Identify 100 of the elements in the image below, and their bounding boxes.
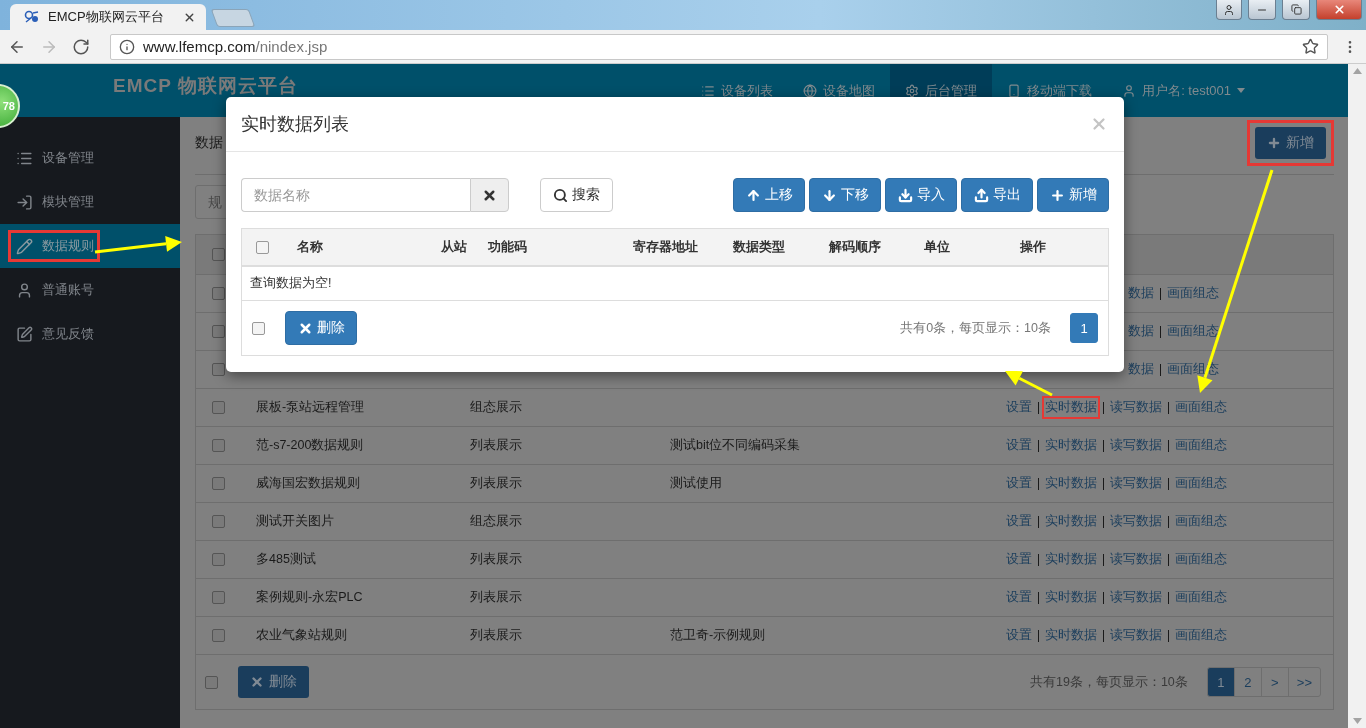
action-link[interactable]: 设置 [1003, 624, 1035, 647]
action-link[interactable]: 实时数据 [1042, 510, 1100, 533]
action-link[interactable]: 画面组态 [1164, 282, 1222, 305]
action-link[interactable]: 画面组态 [1172, 510, 1230, 533]
toolbar-button[interactable]: 新增 [1037, 178, 1109, 212]
checkbox[interactable] [212, 553, 225, 566]
search-button[interactable]: 搜索 [540, 178, 613, 212]
reload-button[interactable] [72, 37, 90, 56]
action-link[interactable]: 画面组态 [1172, 624, 1230, 647]
nav-item[interactable]: 设备地图 [788, 64, 891, 117]
action-link[interactable]: 实时数据 [1042, 434, 1100, 457]
sidebar-item[interactable]: 模块管理 [0, 180, 180, 224]
list-icon [701, 83, 716, 98]
star-icon[interactable] [1302, 38, 1319, 55]
checkbox[interactable] [212, 325, 225, 338]
action-link[interactable]: 画面组态 [1172, 472, 1230, 495]
action-link[interactable]: 画面组态 [1172, 434, 1230, 457]
checkbox[interactable] [212, 515, 225, 528]
action-link[interactable]: 设置 [1003, 434, 1035, 457]
plus-icon [1049, 187, 1065, 203]
action-link[interactable]: 读写数据 [1107, 586, 1165, 609]
page-link[interactable]: 1 [1070, 313, 1098, 343]
page-link[interactable]: 2 [1233, 667, 1262, 697]
toolbar-button[interactable]: 导入 [885, 178, 957, 212]
clear-button[interactable] [470, 178, 509, 212]
checkbox[interactable] [212, 401, 225, 414]
action-link[interactable]: 读写数据 [1107, 472, 1165, 495]
sidebar-item[interactable]: 设备管理 [0, 136, 180, 180]
tab-title: EMCP物联网云平台 [48, 8, 165, 26]
table-cell-text: 农业气象站规则 [255, 627, 348, 644]
add-button[interactable]: 新增 [1255, 127, 1326, 159]
table-cell-text: 列表展示 [469, 627, 523, 644]
action-link[interactable]: 实时数据 [1042, 548, 1100, 571]
checkbox[interactable] [252, 321, 265, 335]
action-link[interactable]: 设置 [1003, 510, 1035, 533]
action-link[interactable]: 读写数据 [1107, 434, 1165, 457]
action-link[interactable]: 数据 [1125, 320, 1157, 343]
nav-item[interactable]: 设备列表 [686, 64, 789, 117]
action-link[interactable]: 读写数据 [1107, 624, 1165, 647]
gear-icon [905, 83, 920, 98]
action-link[interactable]: 画面组态 [1172, 548, 1230, 571]
page-link[interactable]: > [1260, 667, 1289, 697]
search-field[interactable]: 数据名称 [241, 178, 470, 212]
checkbox[interactable] [212, 629, 225, 642]
info-icon [119, 38, 135, 55]
minimize-button[interactable] [1248, 0, 1276, 20]
scroll-down-icon[interactable] [1352, 718, 1362, 724]
action-link[interactable]: 设置 [1003, 548, 1035, 571]
restore-button[interactable] [1282, 0, 1310, 20]
action-link[interactable]: 设置 [1003, 396, 1035, 419]
toolbar-button[interactable]: 下移 [809, 178, 881, 212]
checkbox[interactable] [212, 477, 225, 490]
scrollbar[interactable] [1348, 64, 1366, 728]
address-bar[interactable]: www.lfemcp.com/nindex.jsp [110, 33, 1328, 60]
browser-tab[interactable]: EMCP物联网云平台 [10, 4, 206, 30]
action-link[interactable]: 实时数据 [1042, 396, 1100, 419]
toolbar-button[interactable]: 导出 [961, 178, 1033, 212]
scroll-up-icon[interactable] [1352, 68, 1362, 74]
annotation-arrow [1005, 371, 1053, 397]
arrow-down-icon [821, 187, 837, 203]
checkbox[interactable] [212, 591, 225, 604]
nav-item[interactable]: 用户名: test001 [1107, 64, 1260, 117]
action-link[interactable]: 数据 [1125, 358, 1157, 381]
nav-label: 移动端下载 [1027, 81, 1093, 100]
action-link[interactable]: 设置 [1003, 586, 1035, 609]
action-link[interactable]: 实时数据 [1042, 472, 1100, 495]
checkbox[interactable] [255, 240, 269, 254]
page-link[interactable]: 1 [1206, 667, 1235, 697]
table-cell-text: 案例规则-永宏PLC [255, 589, 364, 606]
table-cell-text: 列表展示 [469, 437, 523, 454]
cross-icon [250, 675, 264, 689]
action-link[interactable]: 实时数据 [1042, 586, 1100, 609]
sidebar-item[interactable]: 普通账号 [0, 268, 180, 312]
profile-button[interactable] [1216, 0, 1242, 20]
sidebar-item[interactable]: 意见反馈 [0, 312, 180, 356]
sidebar-item[interactable]: 数据规则 [0, 224, 180, 268]
action-link[interactable]: 画面组态 [1164, 320, 1222, 343]
table-cell-text: 组态展示 [469, 399, 523, 416]
action-link[interactable]: 读写数据 [1107, 396, 1165, 419]
delete-button[interactable]: 删除 [238, 666, 309, 698]
column-header: 名称 [296, 238, 324, 256]
action-link[interactable]: 设置 [1003, 472, 1035, 495]
new-tab-button[interactable] [210, 9, 256, 27]
action-link[interactable]: 读写数据 [1107, 548, 1165, 571]
close-button[interactable] [1316, 0, 1362, 20]
checkbox[interactable] [212, 363, 225, 376]
checkbox[interactable] [212, 287, 225, 300]
upload-icon [973, 187, 989, 203]
action-link[interactable]: 实时数据 [1042, 624, 1100, 647]
checkbox[interactable] [212, 439, 225, 452]
page-link[interactable]: >> [1287, 667, 1321, 697]
action-link[interactable]: 画面组态 [1172, 586, 1230, 609]
checkbox[interactable] [205, 675, 218, 689]
action-link[interactable]: 画面组态 [1172, 396, 1230, 419]
nav-item[interactable]: 移动端下载 [992, 64, 1108, 117]
toolbar-button[interactable]: 上移 [733, 178, 805, 212]
delete-button[interactable]: 删除 [285, 311, 357, 345]
action-link[interactable]: 数据 [1125, 282, 1157, 305]
checkbox[interactable] [212, 248, 225, 261]
action-link[interactable]: 读写数据 [1107, 510, 1165, 533]
